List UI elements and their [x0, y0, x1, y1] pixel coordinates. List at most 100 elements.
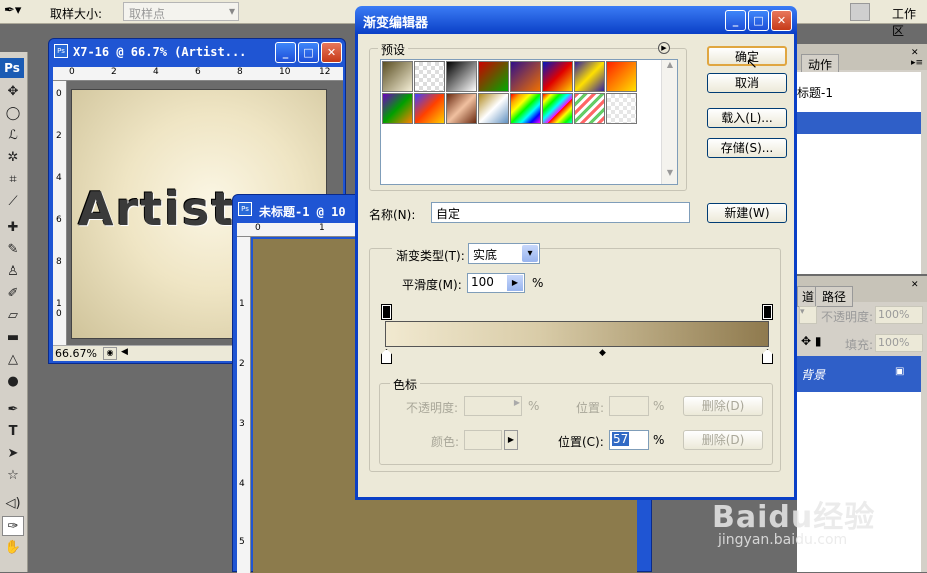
preset-swatch[interactable]: [414, 61, 445, 92]
marquee-tool-icon[interactable]: ◯: [2, 104, 24, 124]
document-title: 未标题-1 @ 10: [259, 205, 346, 219]
position-input-color[interactable]: 57: [609, 430, 649, 450]
panel-options-icon[interactable]: ▸≡: [911, 58, 923, 68]
path-selection-icon[interactable]: ➤: [2, 444, 24, 464]
preset-swatch[interactable]: [446, 61, 477, 92]
layer-name: 背景: [801, 368, 826, 382]
preset-swatch[interactable]: [510, 61, 541, 92]
eyedropper-tool-preset-icon[interactable]: ✒▾: [4, 3, 34, 21]
opacity-input[interactable]: 100%: [875, 306, 923, 324]
notes-tool-icon[interactable]: ◁): [2, 494, 24, 514]
blend-mode-select[interactable]: ▾: [799, 306, 817, 324]
move-tool-icon[interactable]: ✥: [2, 82, 24, 102]
delete-color-stop-button[interactable]: 删除(D): [683, 430, 763, 450]
history-item[interactable]: 标题-1: [797, 84, 833, 101]
type-tool-icon[interactable]: T: [2, 422, 24, 442]
tab-paths[interactable]: 路径: [815, 286, 854, 307]
scroll-left-icon[interactable]: ◀: [121, 347, 128, 357]
sample-size-select[interactable]: 取样点 ▾: [123, 2, 239, 21]
fill-input[interactable]: 100%: [875, 334, 923, 352]
dialog-titlebar: 渐变编辑器 _ □ ✕: [355, 6, 797, 34]
shape-tool-icon[interactable]: ☆: [2, 466, 24, 486]
presets-scrollbar[interactable]: ▲ ▼: [661, 60, 677, 184]
maximize-button[interactable]: □: [748, 10, 769, 31]
opacity-unit: %: [528, 399, 540, 413]
dodge-tool-icon[interactable]: ●: [2, 372, 24, 392]
stop-color-swatch[interactable]: [464, 430, 502, 450]
opacity-stop-right[interactable]: [762, 304, 773, 320]
cancel-button[interactable]: 取消: [707, 73, 787, 93]
ruler-label: 8: [56, 257, 62, 267]
zoom-level[interactable]: 66.67%: [55, 347, 97, 360]
clone-stamp-icon[interactable]: ♙: [2, 262, 24, 282]
preset-swatch[interactable]: [542, 93, 573, 124]
name-input[interactable]: 自定: [431, 202, 690, 223]
close-button[interactable]: ✕: [321, 42, 342, 63]
gradient-tool-icon[interactable]: ▬: [2, 328, 24, 348]
lasso-tool-icon[interactable]: ℒ: [2, 126, 24, 146]
eyedropper-tool-icon[interactable]: ✑: [2, 516, 24, 536]
color-picker-arrow-icon[interactable]: ▶: [504, 430, 518, 450]
ps-doc-icon: Ps: [238, 202, 252, 216]
color-stop-left[interactable]: [381, 349, 392, 364]
opacity-value: 100%: [878, 308, 910, 321]
opacity-input[interactable]: ▶: [464, 396, 522, 416]
ruler-label: 3: [239, 419, 245, 429]
healing-brush-icon[interactable]: ✚: [2, 218, 24, 238]
layer-row-background[interactable]: 背景 ▣: [797, 356, 921, 392]
preset-swatch[interactable]: [382, 93, 413, 124]
gradient-preview-bar[interactable]: [385, 321, 769, 347]
minimize-button[interactable]: _: [275, 42, 296, 63]
workspace-button[interactable]: 工作区: [892, 5, 927, 39]
palette-well-icon[interactable]: [850, 3, 870, 21]
color-stop-right[interactable]: [762, 349, 773, 364]
slice-tool-icon[interactable]: ⟋: [2, 192, 24, 212]
blur-tool-icon[interactable]: △: [2, 350, 24, 370]
smoothness-unit: %: [532, 276, 544, 290]
presets-menu-icon[interactable]: ▶: [658, 42, 670, 54]
status-menu-icon[interactable]: ◉: [103, 347, 117, 360]
position-input-opacity[interactable]: [609, 396, 649, 416]
history-brush-icon[interactable]: ✐: [2, 284, 24, 304]
crop-tool-icon[interactable]: ⌗: [2, 170, 24, 190]
preset-swatch[interactable]: [606, 61, 637, 92]
close-button[interactable]: ✕: [771, 10, 792, 31]
new-button[interactable]: 新建(W): [707, 203, 787, 223]
preset-swatch[interactable]: [606, 93, 637, 124]
lock-icon[interactable]: ✥ ▮: [801, 334, 821, 348]
vertical-ruler: 1 2 3 4 5: [237, 237, 251, 573]
preset-swatch[interactable]: [510, 93, 541, 124]
midpoint-diamond-icon[interactable]: ◆: [599, 348, 606, 358]
panel-menu-icon[interactable]: ✕: [911, 280, 919, 290]
eraser-tool-icon[interactable]: ▱: [2, 306, 24, 326]
delete-opacity-stop-button[interactable]: 删除(D): [683, 396, 763, 416]
brush-tool-icon[interactable]: ✎: [2, 240, 24, 260]
preset-swatch[interactable]: [414, 93, 445, 124]
pen-tool-icon[interactable]: ✒: [2, 400, 24, 420]
hand-tool-icon[interactable]: ✋: [2, 538, 24, 558]
preset-swatch[interactable]: [574, 61, 605, 92]
preset-swatch[interactable]: [446, 93, 477, 124]
preset-swatch[interactable]: [478, 61, 509, 92]
chevron-down-icon[interactable]: ▾: [522, 245, 538, 262]
opacity-stop-left[interactable]: [381, 304, 392, 320]
maximize-button[interactable]: □: [298, 42, 319, 63]
load-button[interactable]: 载入(L)...: [707, 108, 787, 128]
panel-menu-icon[interactable]: ✕: [911, 48, 919, 58]
preset-swatch[interactable]: [382, 61, 413, 92]
scroll-up-icon[interactable]: ▲: [662, 60, 678, 76]
scroll-down-icon[interactable]: ▼: [662, 168, 678, 184]
magic-wand-icon[interactable]: ✲: [2, 148, 24, 168]
save-button[interactable]: 存储(S)...: [707, 138, 787, 158]
history-item-selected[interactable]: [797, 112, 921, 134]
preset-swatch[interactable]: [542, 61, 573, 92]
ruler-label: 0: [56, 89, 62, 99]
smoothness-slider-icon[interactable]: ▶: [507, 275, 523, 291]
smoothness-input[interactable]: 100 ▶: [467, 273, 525, 293]
opacity-slider-icon[interactable]: ▶: [514, 398, 520, 407]
preset-swatch[interactable]: [574, 93, 605, 124]
preset-swatch[interactable]: [478, 93, 509, 124]
gradient-type-select[interactable]: 实底 ▾: [468, 243, 540, 264]
minimize-button[interactable]: _: [725, 10, 746, 31]
color-label: 颜色:: [431, 435, 460, 449]
